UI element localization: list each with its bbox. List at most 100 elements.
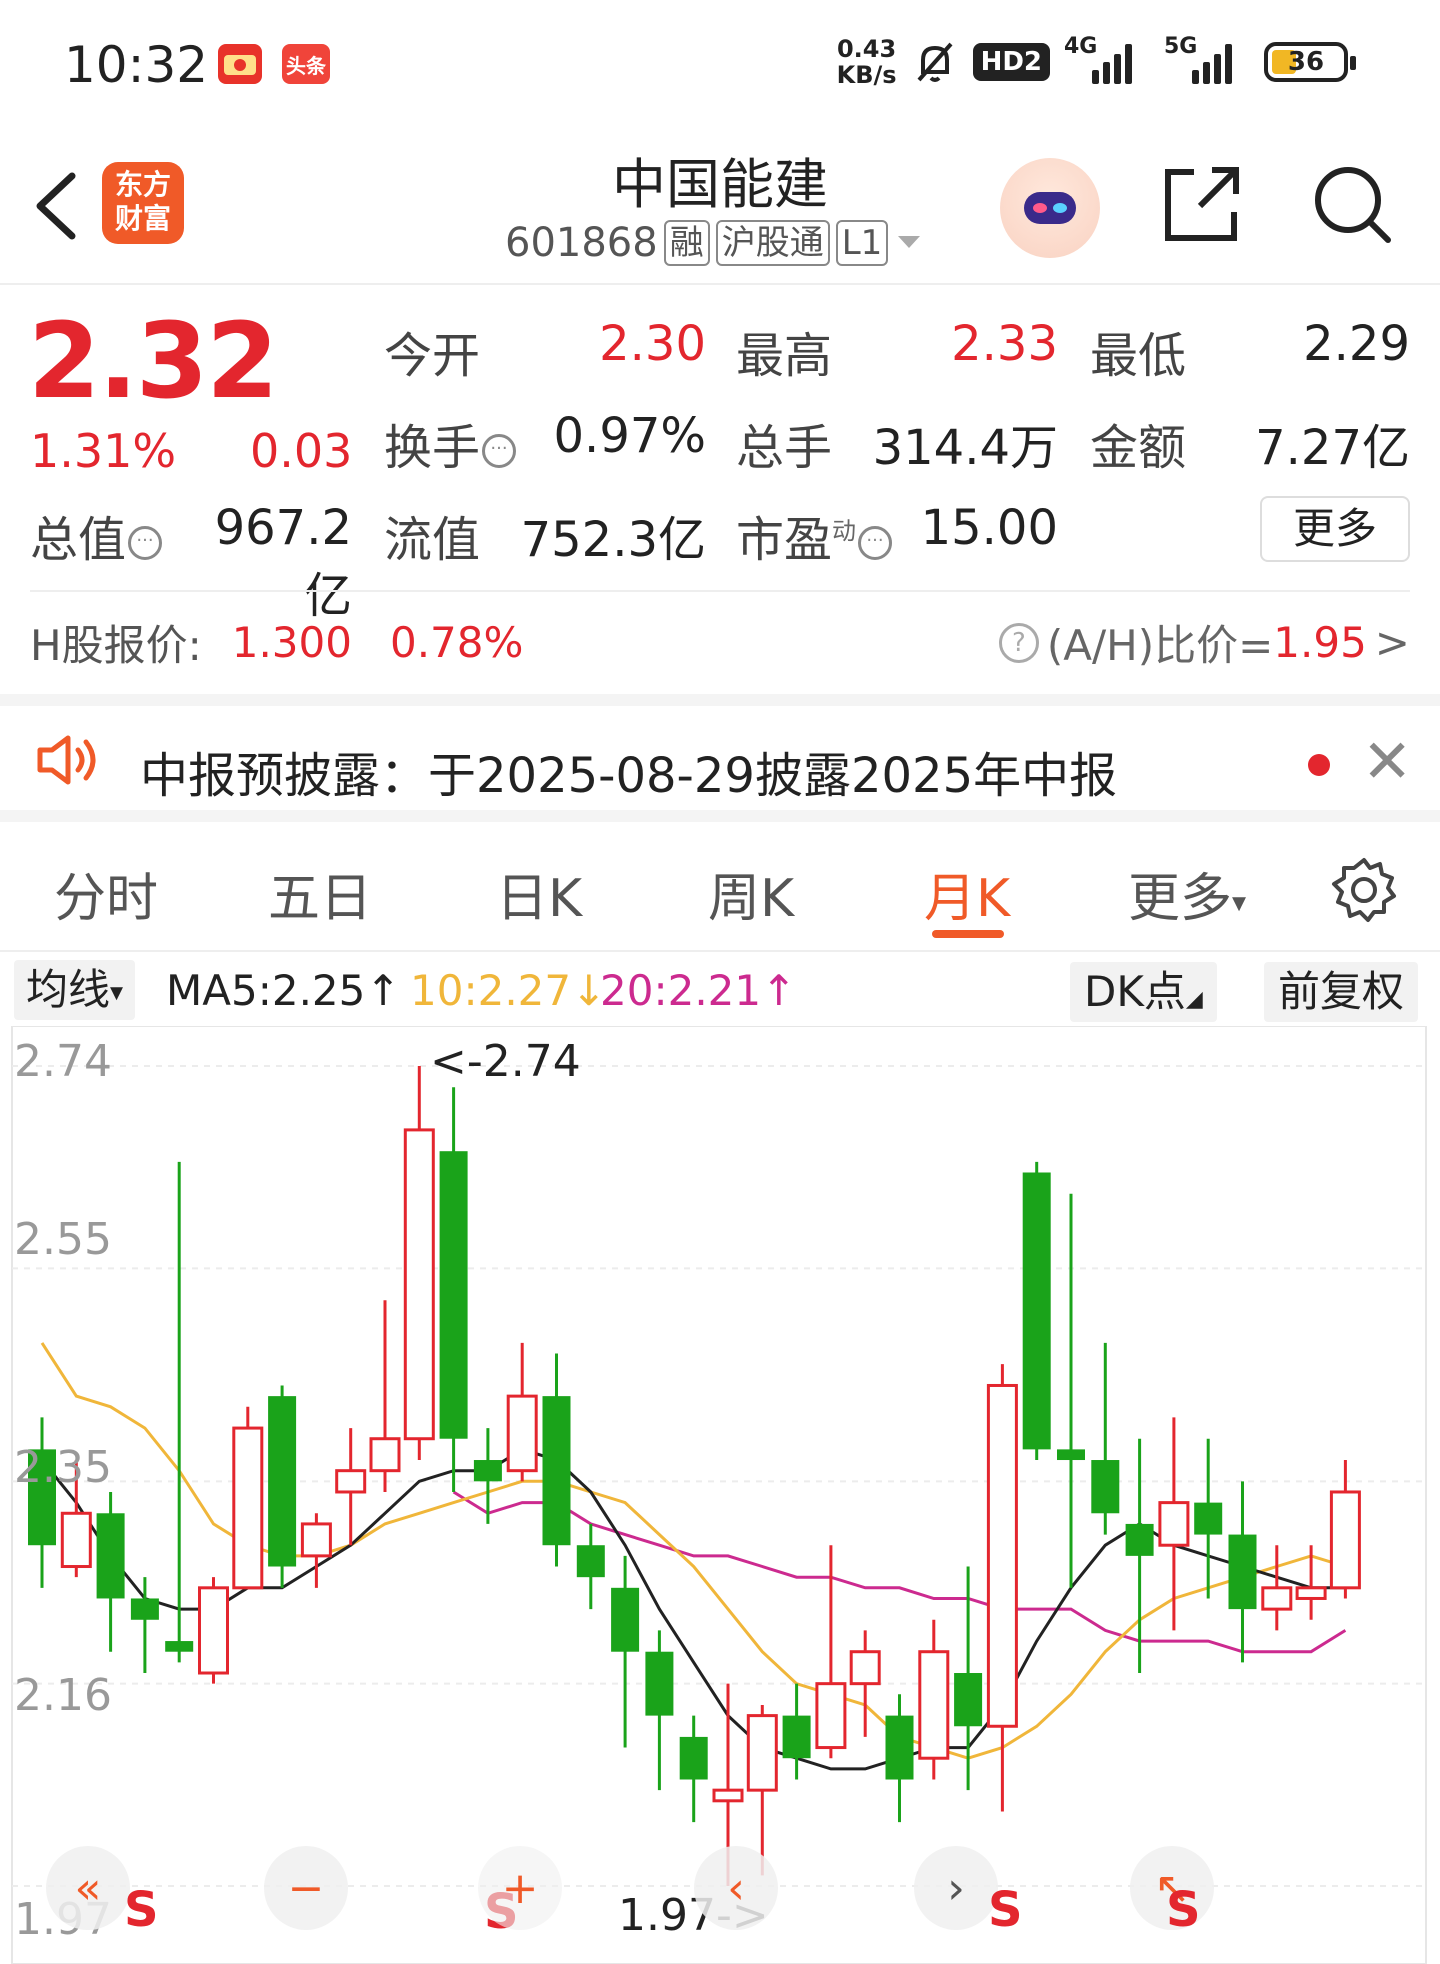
ah-ratio-value: 1.95 bbox=[1273, 618, 1367, 667]
candle-body-down bbox=[885, 1715, 914, 1780]
candle bbox=[403, 1066, 435, 1461]
candle bbox=[232, 1406, 264, 1590]
hd-badge: HD2 bbox=[972, 43, 1050, 81]
candle bbox=[96, 1491, 125, 1652]
ai-assistant-button[interactable] bbox=[1000, 158, 1100, 258]
scroll-right-button[interactable]: › bbox=[914, 1846, 998, 1930]
float-cap-label: 流值 bbox=[384, 512, 481, 568]
candle-body-down bbox=[165, 1641, 194, 1652]
candle-body-up bbox=[1261, 1586, 1293, 1611]
stock-code-row[interactable]: 601868 融 沪股通 L1 bbox=[505, 220, 924, 266]
candle-body-up bbox=[369, 1437, 401, 1473]
candle-body-down bbox=[576, 1545, 605, 1578]
zoom-out-button[interactable]: − bbox=[264, 1846, 348, 1930]
candle-body-up bbox=[849, 1650, 881, 1686]
close-icon[interactable]: ✕ bbox=[1362, 732, 1412, 792]
candle-body-down bbox=[954, 1673, 983, 1727]
search-button[interactable] bbox=[1310, 162, 1394, 246]
kline-chart[interactable]: 2.74 2.55 2.35 2.16 1.97 <-2.74 1.97-> «… bbox=[0, 1026, 1440, 1964]
ma20-value: 20:2.21↑ bbox=[600, 966, 796, 1015]
high-label: 最高 bbox=[736, 328, 833, 384]
arrow-up-icon: ↑ bbox=[761, 966, 797, 1015]
candle bbox=[1057, 1193, 1085, 1588]
info-icon: ··· bbox=[128, 526, 163, 560]
tab-daily-k[interactable]: 日K bbox=[496, 856, 582, 931]
amount-label: 金额 bbox=[1090, 420, 1187, 476]
candle-body-down bbox=[1125, 1523, 1154, 1556]
app-notification-icon bbox=[218, 44, 262, 84]
candle bbox=[679, 1715, 708, 1823]
ma5-text: MA5:2.25 bbox=[166, 966, 366, 1015]
candle-body-down bbox=[268, 1396, 297, 1567]
candle-body-up bbox=[746, 1714, 778, 1792]
status-indicators: 0.43 KB/s HD2 4G 5G 36 bbox=[837, 34, 1356, 88]
share-button[interactable] bbox=[1160, 162, 1244, 246]
ma10-text: 10:2.27 bbox=[410, 966, 572, 1015]
candle bbox=[645, 1630, 674, 1791]
candle-body-up bbox=[712, 1788, 744, 1803]
settings-gear-icon[interactable] bbox=[1330, 856, 1398, 924]
ah-ratio-row[interactable]: ? (A/H)比价= 1.95 > bbox=[998, 612, 1410, 673]
candle bbox=[885, 1694, 914, 1823]
candle bbox=[439, 1087, 468, 1492]
pe-label-text: 市盈 bbox=[736, 512, 833, 568]
corner-caret-icon: ◢ bbox=[1185, 987, 1203, 1012]
tab-intraday[interactable]: 分时 bbox=[54, 856, 158, 931]
candle-body-down bbox=[1194, 1502, 1223, 1535]
pe-label[interactable]: 市盈动 ··· bbox=[736, 500, 893, 570]
candle-body-down bbox=[1022, 1172, 1051, 1450]
s-signal-marker: S bbox=[124, 1882, 159, 1938]
candle bbox=[300, 1513, 332, 1588]
signal-5g-icon: 5G bbox=[1164, 34, 1250, 84]
candle-body-up bbox=[986, 1383, 1018, 1728]
low-value: 2.29 bbox=[1303, 316, 1410, 372]
tab-more[interactable]: 更多▾ bbox=[1128, 856, 1246, 931]
zoom-in-button[interactable]: + bbox=[478, 1846, 562, 1930]
candle bbox=[986, 1364, 1018, 1812]
dk-point-button[interactable]: DK点◢ bbox=[1070, 962, 1217, 1022]
price-adjust-button[interactable]: 前复权 bbox=[1264, 962, 1419, 1022]
candle-body-up bbox=[1329, 1490, 1361, 1590]
ma-legend-row: 均线▾ MA5:2.25↑ 10:2.27↓ 20:2.21↑ DK点◢ 前复权 bbox=[0, 956, 1440, 1026]
candle-body-up bbox=[198, 1586, 229, 1675]
connect-tag: 沪股通 bbox=[715, 220, 830, 266]
y-tick-label: 2.74 bbox=[14, 1036, 112, 1087]
candle bbox=[130, 1577, 159, 1674]
candle bbox=[1261, 1545, 1293, 1631]
candle bbox=[1158, 1417, 1190, 1631]
question-icon: ? bbox=[998, 622, 1039, 663]
stock-header: 东方 财富 中国能建 601868 融 沪股通 L1 bbox=[0, 130, 1440, 285]
tab-weekly-k[interactable]: 周K bbox=[708, 856, 794, 931]
ma-select-label: 均线 bbox=[26, 965, 111, 1014]
scroll-left-button[interactable]: ‹ bbox=[694, 1846, 778, 1930]
tab-monthly-k[interactable]: 月K bbox=[924, 856, 1010, 931]
battery-level: 36 bbox=[1287, 47, 1325, 77]
candle-body-up bbox=[232, 1426, 264, 1590]
h-share-label: H股报价: bbox=[30, 621, 202, 670]
s-signal-marker: S bbox=[1166, 1882, 1201, 1938]
candle-body-up bbox=[506, 1394, 538, 1473]
low-label: 最低 bbox=[1090, 328, 1187, 384]
candle-body-up bbox=[403, 1128, 435, 1441]
market-cap-label[interactable]: 总值 ··· bbox=[30, 500, 163, 570]
ma20-text: 20:2.21 bbox=[600, 966, 762, 1015]
battery-icon: 36 bbox=[1264, 42, 1356, 82]
notice-bar[interactable]: 中报预披露：于2025-08-29披露2025年中报 ✕ bbox=[0, 694, 1440, 822]
chart-period-tabs: 分时 五日 日K 周K 月K 更多▾ bbox=[0, 832, 1440, 952]
turnover-label[interactable]: 换手 ··· bbox=[384, 408, 517, 478]
more-quote-button[interactable]: 更多 bbox=[1260, 496, 1410, 562]
volume-label: 总手 bbox=[736, 420, 833, 476]
speaker-icon bbox=[37, 735, 96, 785]
candle bbox=[1091, 1342, 1120, 1535]
candle bbox=[1022, 1161, 1051, 1461]
tab-more-label: 更多 bbox=[1128, 869, 1233, 929]
net-speed: 0.43 KB/s bbox=[837, 36, 897, 88]
first-page-button[interactable]: « bbox=[46, 1846, 130, 1930]
ma-type-select[interactable]: 均线▾ bbox=[14, 960, 136, 1020]
net-speed-unit: KB/s bbox=[836, 61, 897, 89]
y-tick-label: 2.55 bbox=[14, 1214, 112, 1265]
status-time: 10:32 bbox=[64, 36, 209, 94]
candle-body-down bbox=[1057, 1449, 1085, 1461]
tab-five-day[interactable]: 五日 bbox=[268, 856, 372, 931]
h-share-row: H股报价: 1.300 0.78% bbox=[30, 612, 523, 673]
